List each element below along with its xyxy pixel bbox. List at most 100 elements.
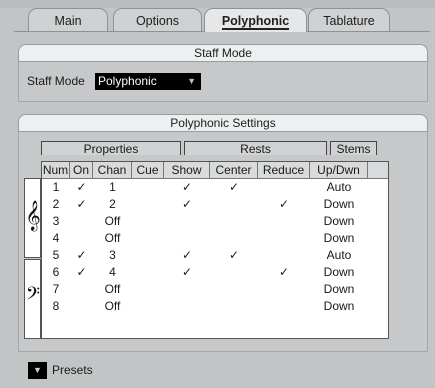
- cell-num: 8: [52, 299, 60, 313]
- cell-updwn[interactable]: Down: [310, 281, 368, 298]
- table-row[interactable]: 6 ✓ 4 ✓ ✓ Down: [42, 264, 388, 281]
- cell-chan[interactable]: 4: [93, 264, 132, 281]
- cell-num: 6: [52, 265, 60, 279]
- cell-updwn[interactable]: Down: [310, 264, 368, 281]
- cell-center[interactable]: ✓: [210, 179, 258, 196]
- top-strip: [0, 0, 435, 8]
- cell-on[interactable]: [70, 281, 93, 298]
- cell-cue[interactable]: [132, 298, 164, 315]
- cell-show[interactable]: [164, 230, 210, 247]
- cell-show[interactable]: [164, 281, 210, 298]
- cell-chan[interactable]: Off: [93, 230, 132, 247]
- cell-updwn[interactable]: Down: [310, 213, 368, 230]
- cell-updwn[interactable]: Auto: [310, 247, 368, 264]
- cell-on[interactable]: ✓: [70, 179, 93, 196]
- bass-staff-box: 𝄢: [24, 259, 41, 339]
- tab-tablature[interactable]: Tablature: [308, 8, 390, 31]
- staff-mode-label: Staff Mode: [27, 74, 85, 88]
- cell-reduce[interactable]: [258, 179, 310, 196]
- cell-reduce[interactable]: [258, 230, 310, 247]
- cell-cue[interactable]: [132, 247, 164, 264]
- cell-reduce[interactable]: ✓: [258, 196, 310, 213]
- cell-center[interactable]: [210, 281, 258, 298]
- cell-updwn[interactable]: Auto: [310, 179, 368, 196]
- column-header-on[interactable]: On: [70, 162, 93, 178]
- cell-cue[interactable]: [132, 230, 164, 247]
- group-rests: Rests: [184, 141, 327, 156]
- cell-center[interactable]: [210, 230, 258, 247]
- cell-on[interactable]: [70, 213, 93, 230]
- group-label: Stems: [336, 142, 371, 156]
- cell-updwn[interactable]: Down: [310, 230, 368, 247]
- column-header-center[interactable]: Center: [210, 162, 258, 178]
- group-stems: Stems: [330, 141, 377, 156]
- cell-show[interactable]: [164, 213, 210, 230]
- treble-staff-box: 𝄞: [24, 178, 41, 258]
- cell-updwn[interactable]: Down: [310, 298, 368, 315]
- cell-num: 5: [52, 248, 60, 262]
- cell-updwn[interactable]: Down: [310, 196, 368, 213]
- column-header-chan[interactable]: Chan: [93, 162, 132, 178]
- cell-cue[interactable]: [132, 281, 164, 298]
- cell-chan[interactable]: Off: [93, 281, 132, 298]
- group-properties: Properties: [41, 141, 181, 156]
- staff-mode-value: Polyphonic: [98, 74, 157, 88]
- cell-cue[interactable]: [132, 264, 164, 281]
- cell-center[interactable]: [210, 196, 258, 213]
- tab-polyphonic[interactable]: Polyphonic: [204, 8, 307, 32]
- cell-cue[interactable]: [132, 179, 164, 196]
- cell-show[interactable]: ✓: [164, 247, 210, 264]
- cell-on[interactable]: ✓: [70, 247, 93, 264]
- cell-chan[interactable]: 1: [93, 179, 132, 196]
- cell-reduce[interactable]: [258, 247, 310, 264]
- cell-reduce[interactable]: [258, 298, 310, 315]
- table-row[interactable]: 8 Off Down: [42, 298, 388, 315]
- tab-label: Main: [54, 14, 82, 28]
- tab-main[interactable]: Main: [28, 8, 108, 31]
- table-row[interactable]: 7 Off Down: [42, 281, 388, 298]
- cell-num: 4: [52, 231, 60, 245]
- staff-mode-select[interactable]: Polyphonic ▼: [95, 73, 201, 90]
- treble-clef-icon: 𝄞: [25, 201, 41, 231]
- cell-on[interactable]: ✓: [70, 264, 93, 281]
- cell-reduce[interactable]: ✓: [258, 264, 310, 281]
- cell-chan[interactable]: Off: [93, 213, 132, 230]
- column-header-num[interactable]: Num: [42, 162, 70, 178]
- cell-chan[interactable]: 2: [93, 196, 132, 213]
- cell-show[interactable]: ✓: [164, 196, 210, 213]
- column-header-reduce[interactable]: Reduce: [258, 162, 310, 178]
- table-header: Num On Chan Cue Show Center Reduce Up/Dw…: [42, 162, 388, 179]
- column-header-updwn[interactable]: Up/Dwn: [310, 162, 368, 178]
- table-row[interactable]: 2 ✓ 2 ✓ ✓ Down: [42, 196, 388, 213]
- cell-cue[interactable]: [132, 196, 164, 213]
- column-header-show[interactable]: Show: [164, 162, 210, 178]
- cell-chan[interactable]: Off: [93, 298, 132, 315]
- cell-cue[interactable]: [132, 213, 164, 230]
- cell-center[interactable]: [210, 213, 258, 230]
- cell-center[interactable]: ✓: [210, 247, 258, 264]
- tab-label: Options: [135, 14, 180, 28]
- tab-options[interactable]: Options: [113, 8, 202, 31]
- table-row[interactable]: 5 ✓ 3 ✓ ✓ Auto: [42, 247, 388, 264]
- polyphonic-table: Num On Chan Cue Show Center Reduce Up/Dw…: [41, 161, 389, 339]
- dropdown-arrow-icon[interactable]: ▼: [28, 362, 47, 379]
- polyphonic-settings-header: Polyphonic Settings: [18, 114, 428, 132]
- cell-show[interactable]: ✓: [164, 264, 210, 281]
- cell-reduce[interactable]: [258, 213, 310, 230]
- cell-show[interactable]: [164, 298, 210, 315]
- cell-on[interactable]: ✓: [70, 196, 93, 213]
- cell-chan[interactable]: 3: [93, 247, 132, 264]
- table-row[interactable]: 3 Off Down: [42, 213, 388, 230]
- cell-center[interactable]: [210, 264, 258, 281]
- tab-label: Tablature: [323, 14, 375, 28]
- column-header-cue[interactable]: Cue: [132, 162, 164, 178]
- cell-reduce[interactable]: [258, 281, 310, 298]
- table-row[interactable]: 4 Off Down: [42, 230, 388, 247]
- cell-num: 1: [52, 180, 60, 194]
- cell-show[interactable]: ✓: [164, 179, 210, 196]
- cell-on[interactable]: [70, 230, 93, 247]
- polyphonic-settings-title: Polyphonic Settings: [170, 116, 276, 130]
- table-row[interactable]: 1 ✓ 1 ✓ ✓ Auto: [42, 179, 388, 196]
- cell-center[interactable]: [210, 298, 258, 315]
- cell-on[interactable]: [70, 298, 93, 315]
